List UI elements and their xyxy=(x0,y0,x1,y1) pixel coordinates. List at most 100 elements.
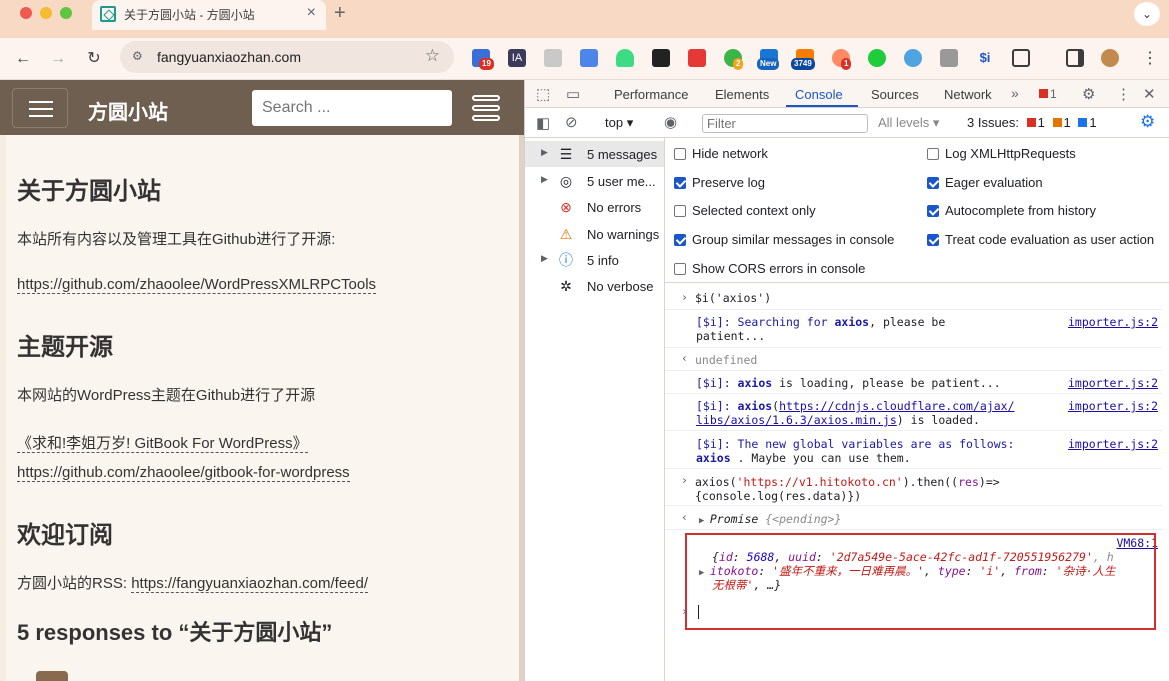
new-tab-icon[interactable]: + xyxy=(334,2,346,25)
log-source-link[interactable]: importer.js:2 xyxy=(1068,315,1158,329)
link-gitbook-title[interactable]: 《求和!李姐万岁! GitBook For WordPress》 xyxy=(17,435,308,453)
promise-result[interactable]: ▶ Promise {<pending>} xyxy=(699,512,841,528)
extension-image-icon[interactable] xyxy=(544,49,562,67)
checkbox-box[interactable] xyxy=(927,234,939,246)
address-bar[interactable]: ⚙ fangyuanxiaozhan.com ☆ xyxy=(120,41,454,73)
devtools-menu-icon[interactable]: ⋮ xyxy=(1116,85,1131,103)
tab-network[interactable]: Network xyxy=(944,87,992,102)
extension-translate-icon[interactable] xyxy=(580,49,598,67)
log-xhr-checkbox[interactable]: Log XMLHttpRequests xyxy=(927,146,1076,161)
close-devtools-icon[interactable]: ✕ xyxy=(1143,85,1156,103)
console-sidebar: ▶ ☰ 5 messages ▶ ◎ 5 user me... ⊗ No err… xyxy=(525,138,665,681)
extension-si-icon[interactable]: $i xyxy=(976,49,994,67)
expand-arrow-icon: ▶ xyxy=(699,516,710,526)
hide-network-checkbox[interactable]: Hide network xyxy=(674,146,768,161)
log-levels-label: All levels xyxy=(878,115,930,130)
console-settings: Hide network Preserve log Selected conte… xyxy=(665,138,1169,283)
console-settings-gear-icon[interactable]: ⚙ xyxy=(1140,112,1155,132)
axios-cdn-link[interactable]: https://cdnjs.cloudflare.com/ajax/ xyxy=(779,399,1014,413)
selected-context-checkbox[interactable]: Selected context only xyxy=(674,203,816,218)
expand-arrow-icon[interactable]: ▶ xyxy=(541,253,548,264)
close-window-button[interactable] xyxy=(20,7,32,19)
profile-avatar[interactable] xyxy=(1101,49,1119,67)
site-info-icon[interactable]: ⚙ xyxy=(132,49,143,63)
minimize-window-button[interactable] xyxy=(40,7,52,19)
eager-evaluation-checkbox[interactable]: Eager evaluation xyxy=(927,175,1043,190)
extension-ia-icon[interactable]: IA xyxy=(508,49,526,67)
treat-code-evaluation-checkbox[interactable]: Treat code evaluation as user action xyxy=(927,232,1154,247)
back-icon[interactable]: ← xyxy=(10,46,36,72)
expand-arrow-icon[interactable]: ▶ xyxy=(541,174,548,185)
tab-console[interactable]: Console xyxy=(795,87,843,102)
checkbox-box[interactable] xyxy=(927,205,939,217)
address-url[interactable]: fangyuanxiaozhan.com xyxy=(157,49,301,65)
forward-icon[interactable]: → xyxy=(45,46,71,72)
sidebar-item-verbose[interactable]: ✲ No verbose xyxy=(525,273,664,299)
tab-elements[interactable]: Elements xyxy=(715,87,769,102)
more-tabs-icon[interactable]: » xyxy=(1011,85,1019,101)
settings-gear-icon[interactable]: ⚙ xyxy=(1082,85,1095,103)
user-icon: ◎ xyxy=(559,173,573,189)
clear-console-icon[interactable]: ⊘ xyxy=(565,113,578,131)
reload-icon[interactable]: ↻ xyxy=(81,46,107,72)
browser-tab[interactable]: 关于方圆小站 - 方圆小站 × xyxy=(92,0,326,30)
extension-globe-icon[interactable] xyxy=(904,49,922,67)
sidebar-item-messages[interactable]: ▶ ☰ 5 messages xyxy=(525,141,664,167)
show-cors-checkbox[interactable]: Show CORS errors in console xyxy=(674,261,865,276)
link-gitbook[interactable]: https://github.com/zhaoolee/gitbook-for-… xyxy=(17,464,350,482)
sidebar-item-label: 5 user me... xyxy=(587,174,656,189)
sidebar-item-info[interactable]: ▶ ⓘ 5 info xyxy=(525,247,664,273)
group-similar-checkbox[interactable]: Group similar messages in console xyxy=(674,232,894,247)
extension-split-icon[interactable] xyxy=(652,49,670,67)
sidebar-item-warnings[interactable]: ⚠ No warnings xyxy=(525,221,664,247)
checkbox-box[interactable] xyxy=(674,263,686,275)
checkbox-box[interactable] xyxy=(674,148,686,160)
sidebar-item-errors[interactable]: ⊗ No errors xyxy=(525,194,664,220)
checkbox-box[interactable] xyxy=(927,148,939,160)
side-panel-icon[interactable] xyxy=(1066,49,1084,67)
tab-sources[interactable]: Sources xyxy=(871,87,919,102)
tab-performance[interactable]: Performance xyxy=(614,87,688,102)
link-rss[interactable]: https://fangyuanxiaozhan.com/feed/ xyxy=(131,575,369,593)
heading-subscribe: 欢迎订阅 xyxy=(17,522,113,549)
checkbox-label: Autocomplete from history xyxy=(945,203,1097,218)
inspect-element-icon[interactable]: ⬚ xyxy=(536,85,550,103)
extension-power-icon[interactable] xyxy=(868,49,886,67)
checkbox-box[interactable] xyxy=(927,177,939,189)
expand-arrow-icon[interactable]: ▶ xyxy=(541,147,548,158)
bookmark-star-icon[interactable]: ☆ xyxy=(425,46,440,66)
log-source-link[interactable]: importer.js:2 xyxy=(1068,437,1158,451)
checkbox-box[interactable] xyxy=(674,177,686,189)
axios-cdn-link[interactable]: libs/axios/1.6.3/axios.min.js xyxy=(696,413,897,427)
preserve-log-checkbox[interactable]: Preserve log xyxy=(674,175,765,190)
extension-c-icon[interactable] xyxy=(940,49,958,67)
zoom-window-button[interactable] xyxy=(60,7,72,19)
browser-menu-icon[interactable]: ⋮ xyxy=(1137,46,1163,72)
tab-close-icon[interactable]: × xyxy=(307,4,316,22)
site-name[interactable]: 方圆小站 xyxy=(88,96,168,125)
site-menu-icon[interactable] xyxy=(472,95,500,121)
issues-button[interactable]: 3 Issues: 1 1 1 xyxy=(967,115,1097,130)
sidebar-toggle-icon[interactable]: ◧ xyxy=(536,114,550,132)
live-expression-eye-icon[interactable]: ◉ xyxy=(664,113,677,131)
error-count-button[interactable]: 1 xyxy=(1035,87,1057,101)
checkbox-box[interactable] xyxy=(674,205,686,217)
console-filter-input[interactable] xyxy=(702,114,868,133)
log-source-link[interactable]: importer.js:2 xyxy=(1068,376,1158,390)
tab-search-chevron-icon[interactable]: ⌄ xyxy=(1134,2,1160,26)
link-wordpress-tools[interactable]: https://github.com/zhaoolee/WordPressXML… xyxy=(17,276,377,294)
hamburger-menu-button[interactable] xyxy=(12,88,68,128)
log-levels-dropdown[interactable]: All levels ▾ xyxy=(878,115,939,131)
autocomplete-history-checkbox[interactable]: Autocomplete from history xyxy=(927,203,1096,218)
device-toolbar-icon[interactable]: ▭ xyxy=(566,85,580,103)
extension-fe-icon[interactable] xyxy=(688,49,706,67)
log-source-link[interactable]: importer.js:2 xyxy=(1068,399,1158,413)
extensions-puzzle-icon[interactable] xyxy=(1012,49,1030,67)
sidebar-item-user-messages[interactable]: ▶ ◎ 5 user me... xyxy=(525,168,664,194)
checkbox-label: Group similar messages in console xyxy=(692,232,895,247)
checkbox-label: Preserve log xyxy=(692,175,765,190)
extension-android-icon[interactable] xyxy=(616,49,634,67)
checkbox-box[interactable] xyxy=(674,234,686,246)
context-select[interactable]: top ▾ xyxy=(605,115,633,131)
site-search-input[interactable] xyxy=(252,90,452,126)
